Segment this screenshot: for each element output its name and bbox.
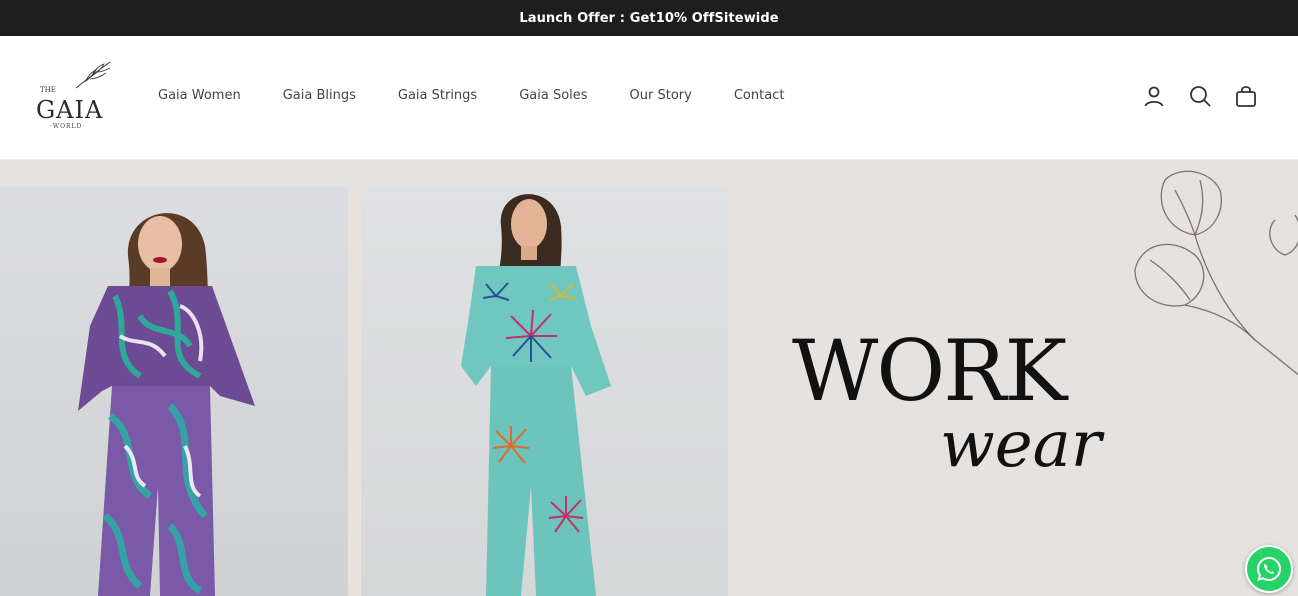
nav-gaia-soles[interactable]: Gaia Soles: [519, 88, 587, 103]
leaf-sprig-icon: [75, 61, 111, 89]
header-icons: [1142, 84, 1258, 108]
site-header: THE GAIA ·WORLD· Gaia Women Gaia Blings …: [0, 36, 1298, 160]
whatsapp-icon: [1256, 556, 1282, 582]
logo-world: ·WORLD·: [50, 123, 86, 130]
model-photo-purple: [0, 186, 348, 596]
hero-banner[interactable]: WORK wear: [0, 160, 1298, 596]
nav-gaia-strings[interactable]: Gaia Strings: [398, 88, 477, 103]
account-icon[interactable]: [1142, 84, 1166, 108]
announcement-bar: Launch Offer : Get 10% Off Sitewide: [0, 0, 1298, 36]
logo-the: THE: [40, 86, 56, 94]
floral-illustration: [1134, 170, 1298, 376]
model-photo-teal: [361, 186, 728, 596]
logo-name: GAIA: [36, 96, 104, 124]
main-nav: Gaia Women Gaia Blings Gaia Strings Gaia…: [158, 88, 826, 103]
nav-gaia-women[interactable]: Gaia Women: [158, 88, 241, 103]
announcement-suffix: Sitewide: [714, 10, 779, 26]
nav-contact[interactable]: Contact: [734, 88, 785, 103]
nav-our-story[interactable]: Our Story: [630, 88, 692, 103]
search-icon[interactable]: [1188, 84, 1212, 108]
site-logo[interactable]: THE GAIA ·WORLD·: [34, 60, 116, 136]
cart-icon[interactable]: [1234, 84, 1258, 108]
hero-title: WORK: [792, 322, 1067, 420]
nav-gaia-blings[interactable]: Gaia Blings: [283, 88, 356, 103]
announcement-prefix: Launch Offer : Get: [519, 10, 656, 26]
hero-subtitle: wear: [940, 408, 1102, 482]
announcement-highlight: 10% Off: [655, 10, 715, 26]
whatsapp-button[interactable]: [1245, 545, 1293, 593]
